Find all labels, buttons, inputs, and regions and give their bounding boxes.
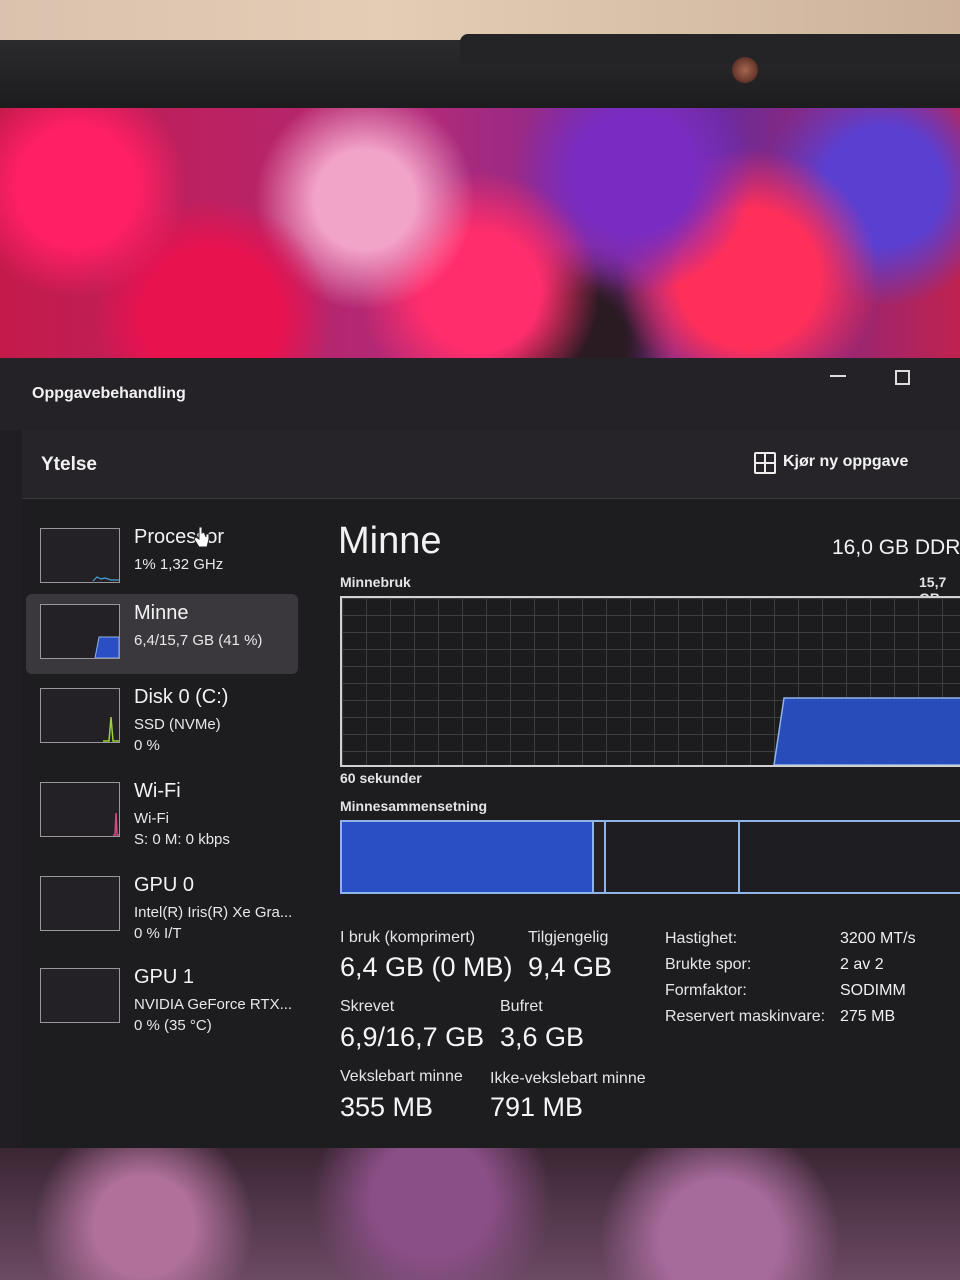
sidebar-item-name: GPU 1 bbox=[134, 966, 195, 988]
sidebar-item-detail: Wi-Fi S: 0 M: 0 kbps bbox=[134, 810, 230, 848]
gpu0-thumbnail bbox=[40, 876, 120, 931]
sidebar-item-name: GPU 0 bbox=[134, 874, 195, 896]
sidebar-item-detail: 1% 1,32 GHz bbox=[134, 556, 224, 573]
usage-graph-label: Minnebruk bbox=[340, 574, 411, 590]
sidebar-item-wifi[interactable]: Wi-Fi Wi-Fi S: 0 M: 0 kbps bbox=[26, 772, 298, 862]
sidebar-item-detail: NVIDIA GeForce RTX... 0 % (35 °C) bbox=[134, 996, 293, 1034]
sidebar-item-detail: SSD (NVMe) 0 % bbox=[134, 716, 221, 754]
available-value: 9,4 GB bbox=[528, 952, 613, 982]
slots-used-key: Brukte spor: bbox=[665, 956, 752, 973]
speed-value: 3200 MT/s bbox=[840, 930, 916, 947]
in-use-value: 6,4 GB (0 MB) bbox=[340, 952, 513, 982]
speed-key: Hastighet: bbox=[665, 930, 738, 947]
paged-pool-label: Vekslebart minne bbox=[340, 1068, 463, 1085]
keyboard-area bbox=[0, 1145, 960, 1280]
desktop-wallpaper bbox=[0, 108, 960, 370]
minimize-button[interactable] bbox=[830, 375, 846, 377]
slots-used-value: 2 av 2 bbox=[840, 956, 884, 973]
bezel-notch bbox=[460, 34, 960, 64]
composition-label: Minnesammensetning bbox=[340, 798, 488, 814]
processor-thumbnail bbox=[40, 528, 120, 583]
composition-standby bbox=[606, 822, 740, 892]
run-task-label: Kjør ny oppgave bbox=[783, 453, 909, 470]
sidebar-item-name: Minne bbox=[134, 602, 189, 624]
performance-page: Ytelse Kjør ny oppgave Processor 1% 1,32… bbox=[22, 430, 960, 1148]
app-title: Oppgavebehandling bbox=[32, 385, 186, 402]
sidebar-item-name: Wi-Fi bbox=[134, 780, 181, 802]
composition-in-use bbox=[342, 822, 594, 892]
committed-value: 6,9/16,7 GB bbox=[340, 1022, 485, 1052]
page-title: Ytelse bbox=[41, 454, 97, 475]
title-bar[interactable]: Oppgavebehandling bbox=[0, 358, 960, 430]
available-label: Tilgjengelig bbox=[528, 929, 609, 946]
cached-label: Bufret bbox=[500, 998, 543, 1015]
page-header: Ytelse Kjør ny oppgave bbox=[22, 430, 960, 499]
disk-sparkline bbox=[103, 716, 119, 742]
memory-usage-graph bbox=[340, 596, 960, 767]
committed-label: Skrevet bbox=[340, 998, 395, 1015]
maximize-button[interactable] bbox=[895, 370, 910, 385]
nonpaged-pool-label: Ikke-vekslebart minne bbox=[490, 1070, 646, 1087]
task-manager-window: Oppgavebehandling Ytelse Kjør ny oppgave… bbox=[0, 358, 960, 1148]
form-factor-value: SODIMM bbox=[840, 982, 906, 999]
memory-usage-area bbox=[773, 697, 960, 765]
paged-pool-value: 355 MB bbox=[340, 1092, 434, 1122]
sidebar-item-processor[interactable]: Processor 1% 1,32 GHz bbox=[26, 518, 298, 598]
webcam bbox=[732, 57, 758, 83]
main-title: Minne bbox=[338, 520, 442, 562]
memory-spec: 16,0 GB DDR4 bbox=[832, 536, 960, 559]
sidebar-item-disk[interactable]: Disk 0 (C:) SSD (NVMe) 0 % bbox=[26, 678, 298, 768]
sidebar-item-detail: Intel(R) Iris(R) Xe Gra... 0 % I/T bbox=[134, 904, 293, 942]
composition-modified bbox=[594, 822, 606, 892]
hardware-reserved-key: Reservert maskinvare: bbox=[665, 1008, 826, 1025]
sidebar-item-memory[interactable]: Minne 6,4/15,7 GB (41 %) bbox=[26, 594, 298, 674]
memory-thumbnail bbox=[40, 604, 120, 659]
sidebar-item-detail: 6,4/15,7 GB (41 %) bbox=[134, 632, 263, 649]
mouse-cursor-icon bbox=[193, 526, 210, 548]
composition-free bbox=[740, 822, 960, 892]
gpu1-thumbnail bbox=[40, 968, 120, 1023]
form-factor-key: Formfaktor: bbox=[665, 982, 747, 999]
run-task-icon bbox=[754, 452, 776, 474]
wifi-thumbnail bbox=[40, 782, 120, 837]
in-use-label: I bruk (komprimert) bbox=[340, 929, 476, 946]
hardware-reserved-value: 275 MB bbox=[840, 1008, 896, 1025]
wifi-sparkline bbox=[113, 812, 119, 836]
cached-value: 3,6 GB bbox=[500, 1022, 585, 1052]
run-new-task-button[interactable]: Kjør ny oppgave bbox=[754, 452, 909, 474]
sidebar-item-gpu1[interactable]: GPU 1 NVIDIA GeForce RTX... 0 % (35 °C) bbox=[26, 958, 298, 1048]
sidebar-item-gpu0[interactable]: GPU 0 Intel(R) Iris(R) Xe Gra... 0 % I/T bbox=[26, 866, 298, 956]
sidebar-item-name: Disk 0 (C:) bbox=[134, 686, 229, 708]
nonpaged-pool-value: 791 MB bbox=[490, 1092, 584, 1122]
processor-sparkline bbox=[92, 576, 119, 582]
disk-thumbnail bbox=[40, 688, 120, 743]
memory-sparkline bbox=[94, 636, 119, 658]
time-span-label: 60 sekunder bbox=[340, 770, 422, 786]
memory-composition-bar bbox=[340, 820, 960, 894]
